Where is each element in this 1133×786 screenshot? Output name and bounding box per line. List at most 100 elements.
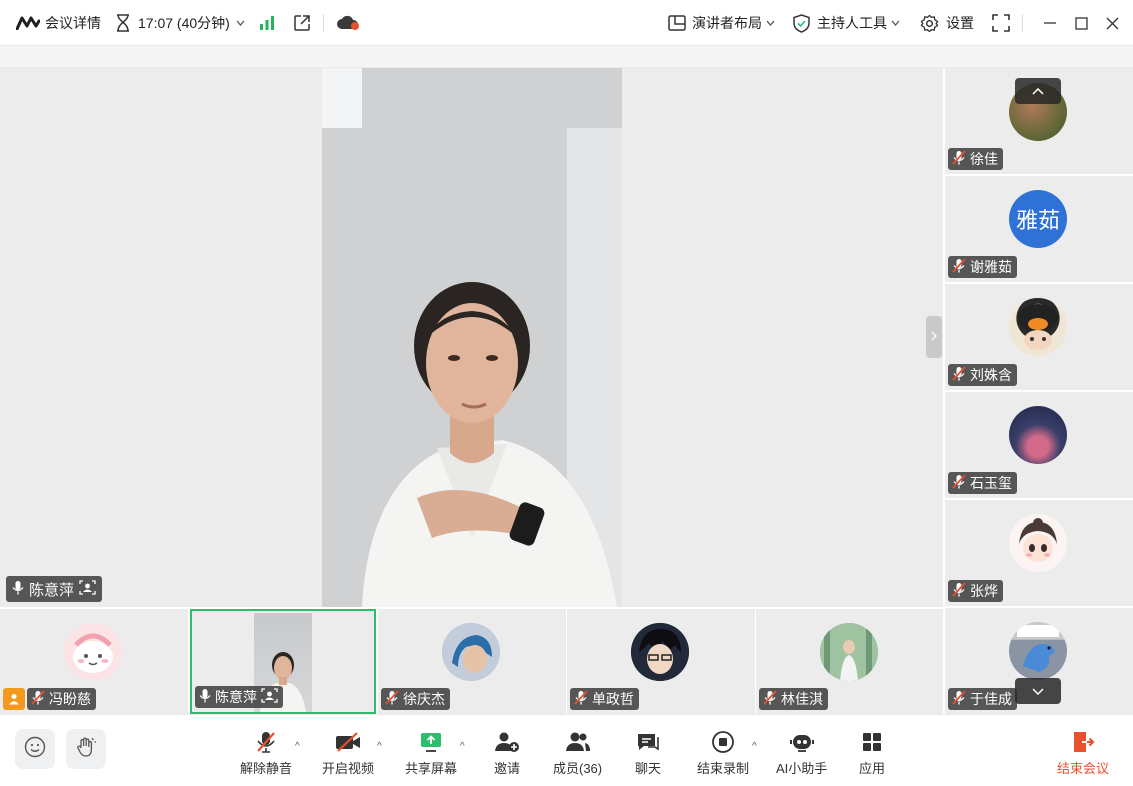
participant-name-tag: 单政哲 xyxy=(570,688,639,710)
layout-icon[interactable] xyxy=(668,15,686,31)
participant-name: 冯盼慈 xyxy=(49,691,91,707)
main-stage: 陈意萍 xyxy=(0,68,943,607)
network-signal-icon[interactable] xyxy=(259,16,275,30)
mic-muted-icon xyxy=(255,729,277,755)
recording-options-caret-icon[interactable]: ^ xyxy=(752,741,757,752)
speaker-video-image xyxy=(322,68,622,607)
participant-tile[interactable]: 徐庆杰 xyxy=(378,609,566,714)
avatar xyxy=(1009,298,1067,356)
invite-button[interactable]: 邀请 xyxy=(494,729,520,777)
participant-tile[interactable]: 于佳成 xyxy=(945,608,1133,714)
maximize-icon[interactable] xyxy=(1075,16,1088,30)
close-icon[interactable] xyxy=(1106,17,1119,30)
scroll-up-button[interactable] xyxy=(1015,78,1061,104)
mic-icon xyxy=(199,688,211,706)
speaker-video[interactable] xyxy=(322,68,622,607)
chevron-right-icon xyxy=(931,330,938,344)
participant-name-tag: 冯盼慈 xyxy=(27,688,96,710)
members-button[interactable]: 成员(36) xyxy=(553,729,602,777)
fullscreen-icon[interactable] xyxy=(992,14,1010,32)
participant-tile[interactable]: 刘姝含 xyxy=(945,284,1133,390)
end-recording-button[interactable]: 结束录制 xyxy=(697,729,749,777)
mic-muted-icon xyxy=(385,690,399,708)
smiley-icon xyxy=(24,736,46,763)
minimize-icon[interactable] xyxy=(1043,16,1057,30)
share-screen-label: 共享屏幕 xyxy=(405,761,458,776)
participant-name: 陈意萍 xyxy=(215,689,257,705)
participant-tile[interactable]: 林佳淇 xyxy=(756,609,943,714)
layout-menu-button[interactable]: 演讲者布局 xyxy=(692,0,762,46)
cloud-recording-icon[interactable] xyxy=(336,15,360,31)
avatar xyxy=(64,623,122,681)
participant-name: 徐佳 xyxy=(970,151,998,167)
participant-sidebar: 徐佳 雅茹 谢雅茹 刘姝含 石玉玺 张烨 于佳成 xyxy=(945,68,1133,714)
end-recording-label: 结束录制 xyxy=(697,761,750,776)
subheader-bar xyxy=(0,46,1133,68)
avatar xyxy=(1009,406,1067,464)
host-tools-button[interactable]: 主持人工具 xyxy=(817,0,887,46)
share-screen-icon xyxy=(419,729,443,755)
chevron-down-icon xyxy=(1032,682,1044,700)
participant-name-tag: 陈意萍 xyxy=(195,686,283,708)
invite-label: 邀请 xyxy=(494,761,521,776)
chat-icon xyxy=(636,729,660,755)
participant-tile[interactable]: 徐佳 xyxy=(945,68,1133,174)
mic-muted-icon xyxy=(952,690,966,708)
participant-tile[interactable]: 石玉玺 xyxy=(945,392,1133,498)
participant-name-tag: 徐庆杰 xyxy=(381,688,450,710)
meeting-details-link[interactable]: 会议详情 xyxy=(45,0,101,46)
unmute-button[interactable]: 解除静音 xyxy=(240,729,292,777)
avatar xyxy=(631,623,689,681)
app-logo-icon xyxy=(16,16,40,30)
host-tools-chevron-down-icon[interactable] xyxy=(891,20,900,26)
participant-name: 张烨 xyxy=(970,583,998,599)
mic-muted-icon xyxy=(952,366,966,384)
participant-name: 徐庆杰 xyxy=(403,691,445,707)
hourglass-icon xyxy=(115,14,131,32)
participant-name: 林佳淇 xyxy=(781,691,823,707)
chat-button[interactable]: 聊天 xyxy=(635,729,661,777)
mic-muted-icon xyxy=(763,690,777,708)
title-bar: 会议详情 17:07 (40分钟) 演讲者布局 主持人工具 设置 xyxy=(0,0,1133,46)
record-stop-icon xyxy=(711,729,735,755)
timer-chevron-down-icon[interactable] xyxy=(236,20,245,26)
participant-tile[interactable]: 张烨 xyxy=(945,500,1133,606)
exit-icon xyxy=(1071,729,1095,755)
raise-hand-button[interactable] xyxy=(66,729,106,769)
settings-button[interactable]: 设置 xyxy=(946,0,974,46)
shield-check-icon[interactable] xyxy=(793,13,810,33)
share-options-caret-icon[interactable]: ^ xyxy=(460,741,465,752)
scroll-down-button[interactable] xyxy=(1015,678,1061,704)
host-badge-icon xyxy=(79,579,96,599)
chevron-up-icon xyxy=(1032,82,1044,100)
layout-chevron-down-icon[interactable] xyxy=(766,20,775,26)
participant-name-tag: 谢雅茹 xyxy=(948,256,1017,278)
mic-icon xyxy=(12,580,24,599)
share-screen-button[interactable]: 共享屏幕 xyxy=(405,729,457,777)
ai-assistant-button[interactable]: AI小助手 xyxy=(776,729,827,777)
avatar xyxy=(442,623,500,681)
gear-icon[interactable] xyxy=(920,14,939,33)
mic-muted-icon xyxy=(952,258,966,276)
audio-options-caret-icon[interactable]: ^ xyxy=(295,741,300,752)
video-options-caret-icon[interactable]: ^ xyxy=(377,741,382,752)
participant-tile[interactable]: 单政哲 xyxy=(567,609,755,714)
members-icon xyxy=(564,729,592,755)
end-meeting-label: 结束会议 xyxy=(1057,761,1110,776)
avatar: 雅茹 xyxy=(1009,190,1067,248)
apps-button[interactable]: 应用 xyxy=(859,729,885,777)
share-out-icon[interactable] xyxy=(293,14,311,32)
participant-tile[interactable]: 冯盼慈 xyxy=(0,609,188,714)
reactions-button[interactable] xyxy=(15,729,55,769)
end-meeting-button[interactable]: 结束会议 xyxy=(1057,729,1109,777)
separator xyxy=(322,14,324,32)
participant-tile[interactable]: 雅茹 谢雅茹 xyxy=(945,176,1133,282)
separator xyxy=(1022,14,1023,32)
participant-name-tag: 石玉玺 xyxy=(948,472,1017,494)
participant-tile-active[interactable]: 陈意萍 xyxy=(190,609,376,714)
host-badge-icon xyxy=(261,688,278,706)
video-off-icon xyxy=(335,729,361,755)
start-video-button[interactable]: 开启视频 xyxy=(322,729,374,777)
mic-muted-icon xyxy=(31,690,45,708)
panel-collapse-button[interactable] xyxy=(926,316,942,358)
